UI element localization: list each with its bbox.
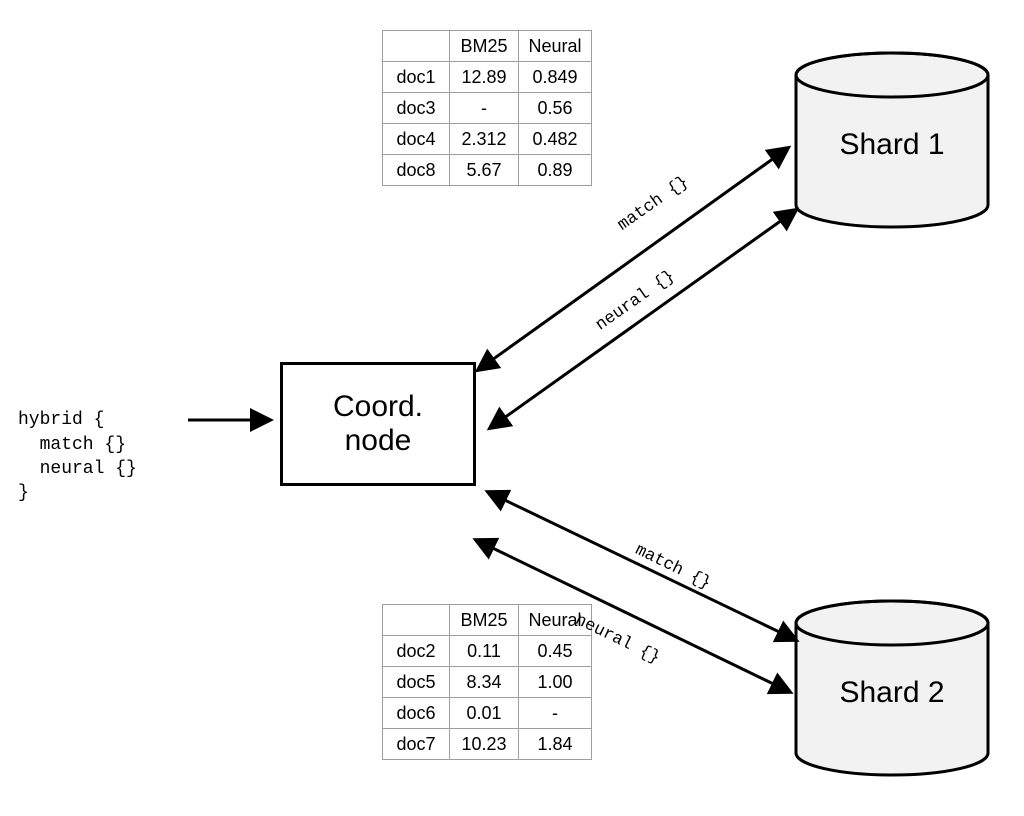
cell-neural: 0.89 bbox=[519, 155, 592, 186]
cell-bm25: 2.312 bbox=[450, 124, 519, 155]
cell-neural: - bbox=[519, 698, 592, 729]
query-line: neural {} bbox=[18, 459, 137, 479]
edge-label-shard1-neural: neural {} bbox=[593, 267, 679, 335]
table-row: doc3 - 0.56 bbox=[383, 93, 592, 124]
cell-doc: doc5 bbox=[383, 667, 450, 698]
cell-neural: 1.84 bbox=[519, 729, 592, 760]
cell-bm25: 0.11 bbox=[450, 636, 519, 667]
cell-doc: doc6 bbox=[383, 698, 450, 729]
query-line: match {} bbox=[18, 435, 126, 455]
col-neural: Neural bbox=[519, 31, 592, 62]
coord-label-line1: Coord. bbox=[333, 390, 423, 423]
edge-label-shard2-match: match {} bbox=[632, 541, 714, 594]
shard-1: Shard 1 bbox=[792, 50, 992, 230]
hybrid-query-text: hybrid { match {} neural {} } bbox=[18, 384, 137, 505]
cell-bm25: 10.23 bbox=[450, 729, 519, 760]
shard-1-scores-table: BM25 Neural doc1 12.89 0.849 doc3 - 0.56… bbox=[382, 30, 592, 186]
cell-neural: 0.45 bbox=[519, 636, 592, 667]
cell-neural: 0.849 bbox=[519, 62, 592, 93]
cell-bm25: - bbox=[450, 93, 519, 124]
table-header-row: BM25 Neural bbox=[383, 605, 592, 636]
table-row: doc1 12.89 0.849 bbox=[383, 62, 592, 93]
query-line: } bbox=[18, 483, 29, 503]
cell-doc: doc7 bbox=[383, 729, 450, 760]
shard-2: Shard 2 bbox=[792, 598, 992, 778]
cell-doc: doc1 bbox=[383, 62, 450, 93]
cell-bm25: 8.34 bbox=[450, 667, 519, 698]
table-header-row: BM25 Neural bbox=[383, 31, 592, 62]
cell-doc: doc2 bbox=[383, 636, 450, 667]
cell-bm25: 0.01 bbox=[450, 698, 519, 729]
shard-1-label: Shard 1 bbox=[792, 128, 992, 162]
coord-label-line2: node bbox=[345, 424, 412, 457]
shard-2-scores-table: BM25 Neural doc2 0.11 0.45 doc5 8.34 1.0… bbox=[382, 604, 592, 760]
cell-neural: 0.56 bbox=[519, 93, 592, 124]
shard-2-label: Shard 2 bbox=[792, 676, 992, 710]
table-row: doc8 5.67 0.89 bbox=[383, 155, 592, 186]
edge-label-shard1-match: match {} bbox=[615, 173, 693, 235]
cell-doc: doc3 bbox=[383, 93, 450, 124]
query-line: hybrid { bbox=[18, 410, 104, 430]
cell-neural: 0.482 bbox=[519, 124, 592, 155]
col-bm25: BM25 bbox=[450, 31, 519, 62]
col-bm25: BM25 bbox=[450, 605, 519, 636]
table-row: doc2 0.11 0.45 bbox=[383, 636, 592, 667]
table-row: doc6 0.01 - bbox=[383, 698, 592, 729]
table-row: doc7 10.23 1.84 bbox=[383, 729, 592, 760]
cell-doc: doc4 bbox=[383, 124, 450, 155]
cell-doc: doc8 bbox=[383, 155, 450, 186]
cell-neural: 1.00 bbox=[519, 667, 592, 698]
coordinator-node: Coord. node bbox=[280, 362, 476, 486]
table-row: doc5 8.34 1.00 bbox=[383, 667, 592, 698]
cell-bm25: 5.67 bbox=[450, 155, 519, 186]
table-row: doc4 2.312 0.482 bbox=[383, 124, 592, 155]
arrow-coord-shard1-neural bbox=[490, 210, 796, 428]
cell-bm25: 12.89 bbox=[450, 62, 519, 93]
